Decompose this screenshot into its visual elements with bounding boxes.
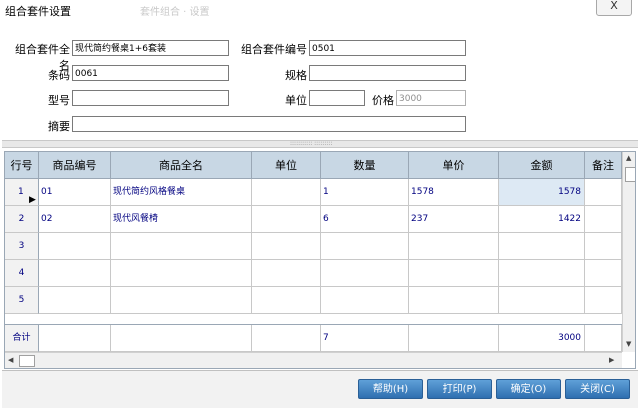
col-header-code[interactable]: 商品编号 — [39, 152, 111, 179]
total-cell — [111, 325, 252, 352]
table-cell[interactable]: 现代简约风格餐桌 — [111, 179, 252, 206]
vertical-scroll-thumb[interactable] — [625, 167, 635, 182]
table-cell[interactable] — [39, 287, 111, 314]
table-cell[interactable]: 1 — [321, 179, 409, 206]
code-field[interactable]: 0501 — [309, 40, 466, 56]
row-number[interactable]: 2 — [5, 206, 39, 233]
table-cell[interactable] — [585, 260, 622, 287]
table-cell[interactable] — [499, 233, 585, 260]
close-window-button[interactable]: X — [596, 0, 632, 16]
table-cell[interactable] — [252, 206, 321, 233]
scroll-up-icon[interactable]: ▲ — [626, 154, 631, 162]
horizontal-scrollbar[interactable]: ◀ ▶ — [5, 352, 622, 368]
total-qty: 7 — [321, 325, 409, 352]
unit-label: 单位 — [285, 94, 307, 107]
table-cell[interactable]: 01 — [39, 179, 111, 206]
model-field[interactable] — [72, 90, 229, 106]
row-number[interactable]: 5 — [5, 287, 39, 314]
grid-blank-area — [5, 314, 622, 325]
table-cell[interactable]: 1578 — [499, 179, 585, 206]
price-field: 3000 — [396, 90, 466, 106]
table-cell[interactable] — [409, 260, 499, 287]
table-cell[interactable] — [252, 287, 321, 314]
table-cell[interactable] — [499, 260, 585, 287]
table-cell[interactable]: 6 — [321, 206, 409, 233]
splitter-grip: ::::::::::: ::::::::: — [290, 140, 333, 147]
barcode-field[interactable]: 0061 — [72, 65, 229, 81]
table-cell[interactable] — [321, 260, 409, 287]
table-cell[interactable] — [585, 179, 622, 206]
print-button[interactable]: 打印(P) — [427, 379, 492, 399]
barcode-label: 条码 — [48, 69, 70, 82]
vertical-scrollbar[interactable]: ▲ ▼ — [622, 152, 635, 352]
total-cell — [252, 325, 321, 352]
col-header-qty[interactable]: 数量 — [321, 152, 409, 179]
window-title: 组合套件设置 — [5, 5, 71, 18]
table-cell[interactable] — [252, 260, 321, 287]
code-label: 组合套件编号 — [241, 43, 307, 56]
form-panel: 组合套件全名 现代简约餐桌1+6套装 组合套件编号 0501 条码 0061 规… — [2, 20, 638, 140]
table-cell[interactable] — [499, 287, 585, 314]
table-cell[interactable] — [39, 233, 111, 260]
table-cell[interactable] — [321, 233, 409, 260]
col-header-price[interactable]: 单价 — [409, 152, 499, 179]
table-cell[interactable] — [321, 287, 409, 314]
table-cell[interactable] — [409, 287, 499, 314]
row-number[interactable]: 4 — [5, 260, 39, 287]
table-cell[interactable]: 1578 — [409, 179, 499, 206]
total-cell — [585, 325, 622, 352]
summary-label: 摘要 — [48, 120, 70, 133]
col-header-unit[interactable]: 单位 — [252, 152, 321, 179]
help-button[interactable]: 帮助(H) — [358, 379, 423, 399]
table-cell[interactable]: 1422 — [499, 206, 585, 233]
col-header-row-no[interactable]: 行号 — [5, 152, 39, 179]
row-number[interactable]: 3 — [5, 233, 39, 260]
unit-field[interactable] — [309, 90, 365, 106]
table-cell[interactable] — [39, 260, 111, 287]
table-cell[interactable] — [585, 206, 622, 233]
total-row-label: 合计 — [5, 325, 39, 352]
spec-field[interactable] — [309, 65, 466, 81]
spec-label: 规格 — [285, 69, 307, 82]
model-label: 型号 — [48, 94, 70, 107]
scroll-left-icon[interactable]: ◀ — [8, 356, 13, 364]
summary-field[interactable] — [72, 116, 466, 132]
table-cell[interactable] — [111, 260, 252, 287]
table-cell[interactable] — [111, 233, 252, 260]
table-cell[interactable] — [585, 233, 622, 260]
row-number-text: 1 — [18, 187, 24, 197]
table-cell[interactable]: 现代风餐椅 — [111, 206, 252, 233]
button-bar: 帮助(H) 打印(P) 确定(O) 关闭(C) — [2, 370, 638, 408]
horizontal-scroll-thumb[interactable] — [19, 355, 35, 367]
blurred-title: 套件组合 · 设置 — [140, 7, 210, 18]
confirm-button[interactable]: 确定(O) — [496, 379, 561, 399]
splitter-bar[interactable]: ::::::::::: ::::::::: — [2, 140, 638, 148]
table-cell[interactable] — [111, 287, 252, 314]
title-bar: 组合套件设置 套件组合 · 设置 X — [0, 0, 640, 20]
total-cell — [39, 325, 111, 352]
col-header-note[interactable]: 备注 — [585, 152, 622, 179]
table-cell[interactable]: 02 — [39, 206, 111, 233]
items-grid: 行号 商品编号 商品全名 单位 数量 单价 金额 备注 1 ▶ 01 现代简约风格… — [4, 151, 636, 369]
total-cell — [409, 325, 499, 352]
table-cell[interactable] — [409, 233, 499, 260]
row-number[interactable]: 1 ▶ — [5, 179, 39, 206]
full-name-field[interactable]: 现代简约餐桌1+6套装 — [72, 40, 229, 56]
col-header-amount[interactable]: 金额 — [499, 152, 585, 179]
col-header-name[interactable]: 商品全名 — [111, 152, 252, 179]
table-cell[interactable]: 237 — [409, 206, 499, 233]
total-amount: 3000 — [499, 325, 585, 352]
table-cell[interactable] — [252, 179, 321, 206]
table-cell[interactable] — [252, 233, 321, 260]
scroll-down-icon[interactable]: ▼ — [626, 340, 631, 348]
price-label: 价格 — [372, 94, 394, 107]
close-button[interactable]: 关闭(C) — [565, 379, 630, 399]
scroll-right-icon[interactable]: ▶ — [609, 356, 614, 364]
table-cell[interactable] — [585, 287, 622, 314]
